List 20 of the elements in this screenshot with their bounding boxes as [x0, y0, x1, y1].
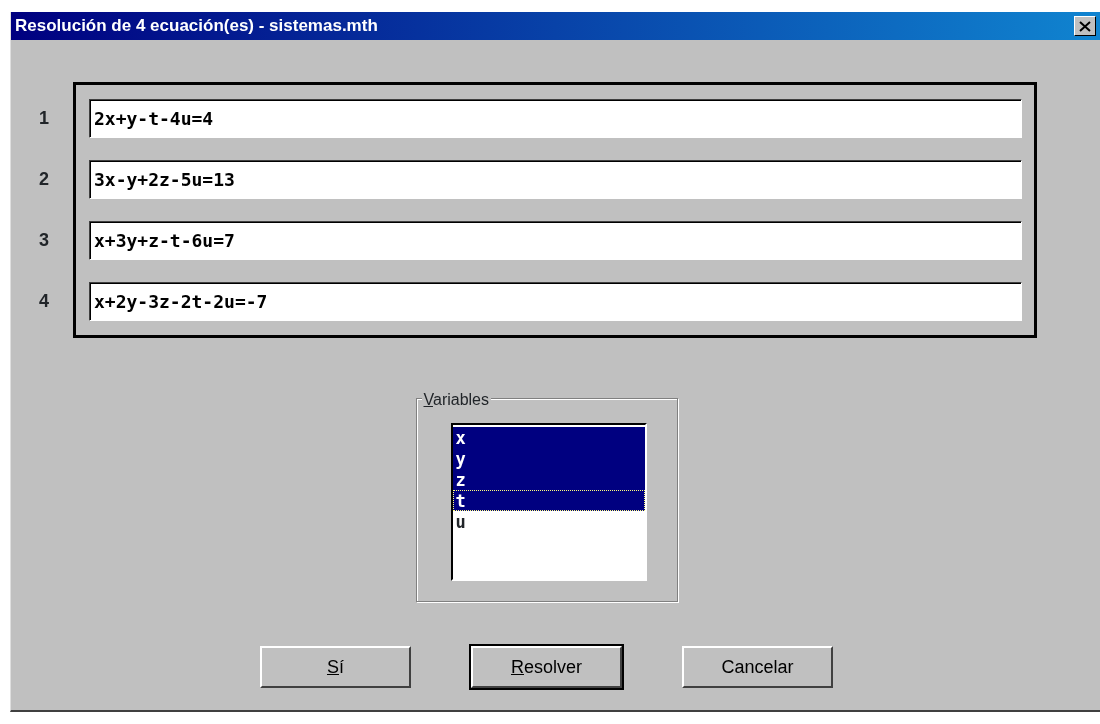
list-item[interactable]: t — [452, 490, 645, 511]
list-item[interactable]: x — [452, 427, 645, 448]
dialog-button[interactable]: Cancelar — [682, 646, 833, 688]
equation-field[interactable]: 2x+y-t-4u=4 — [89, 99, 1022, 138]
equation-field[interactable]: x+2y-3z-2t-2u=-7 — [89, 282, 1022, 321]
dialog-button[interactable]: Sí — [260, 646, 411, 688]
equation-field[interactable]: 3x-y+2z-5u=13 — [89, 160, 1022, 199]
list-item[interactable]: y — [452, 448, 645, 469]
close-icon — [1079, 20, 1091, 32]
row-number: 4 — [39, 290, 50, 313]
list-item[interactable]: z — [452, 469, 645, 490]
close-button[interactable] — [1074, 16, 1096, 36]
list-item[interactable]: u — [452, 511, 645, 532]
dialog-button[interactable]: Resolver — [471, 646, 622, 688]
row-number: 3 — [39, 229, 50, 252]
row-number: 1 — [39, 107, 50, 130]
row-number: 2 — [39, 168, 50, 191]
window-title: Resolución de 4 ecuación(es) - sistemas.mth — [15, 15, 378, 38]
variables-list[interactable]: x y z t u — [450, 423, 647, 581]
equation-field[interactable]: x+3y+z-t-6u=7 — [89, 221, 1022, 260]
